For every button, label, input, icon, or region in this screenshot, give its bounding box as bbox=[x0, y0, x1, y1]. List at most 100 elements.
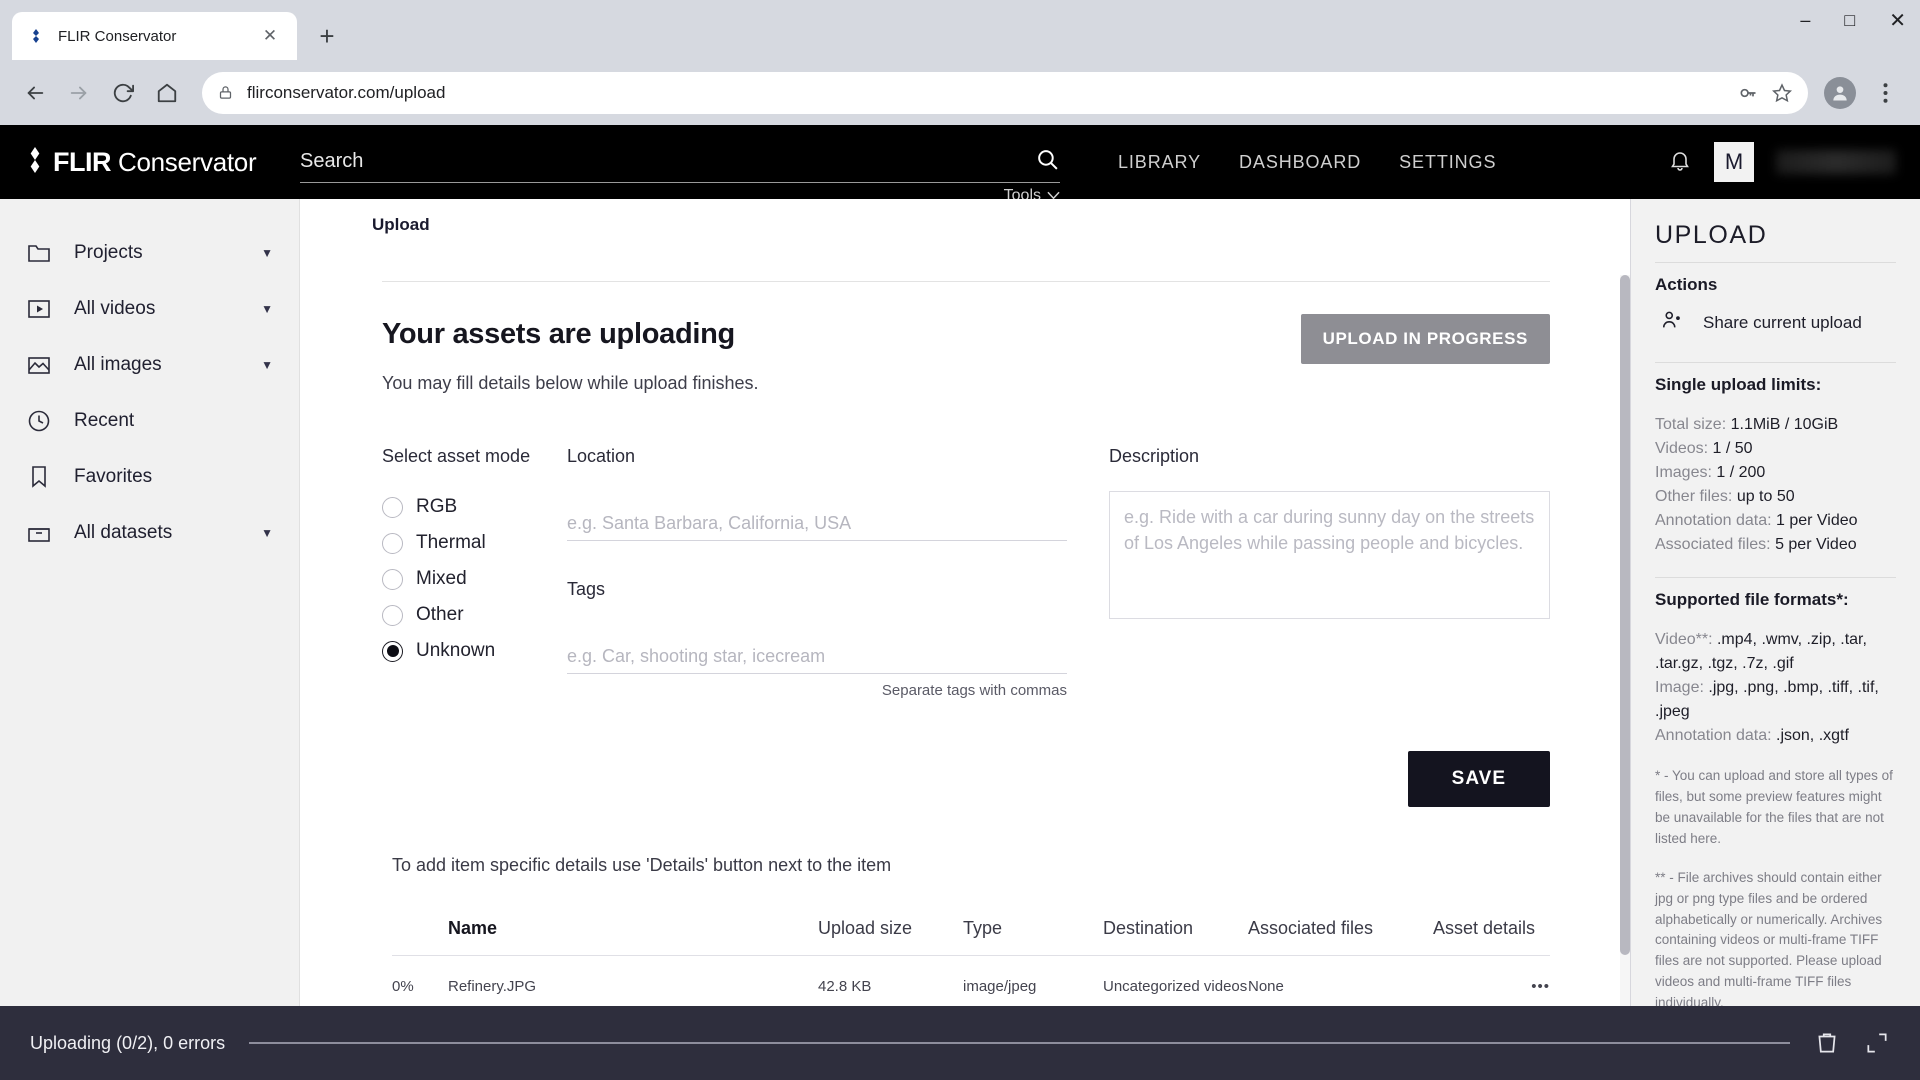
divider bbox=[1655, 577, 1896, 578]
browser-tab[interactable]: FLIR Conservator ✕ bbox=[12, 12, 297, 60]
window-maximize-button[interactable]: □ bbox=[1844, 10, 1855, 31]
upload-status-text: Uploading (0/2), 0 errors bbox=[30, 1032, 226, 1053]
format-video: Video**: .mp4, .wmv, .zip, .tar, .tar.gz… bbox=[1655, 628, 1896, 676]
radio-label: Unknown bbox=[416, 640, 496, 661]
save-row: SAVE bbox=[382, 751, 1630, 807]
share-action-label: Share current upload bbox=[1703, 312, 1862, 332]
flir-diamond-icon bbox=[26, 26, 46, 46]
table-row[interactable]: 0% Refinery.JPG 42.8 KB image/jpeg Uncat… bbox=[392, 956, 1550, 995]
search-placeholder: Search bbox=[300, 150, 364, 172]
tags-input[interactable]: e.g. Car, shooting star, icecream bbox=[567, 634, 1067, 674]
reload-icon[interactable] bbox=[104, 74, 142, 112]
radio-label: Mixed bbox=[416, 568, 467, 589]
cell-type: image/jpeg bbox=[963, 978, 1037, 995]
bookmark-icon bbox=[26, 464, 52, 490]
nav-settings[interactable]: SETTINGS bbox=[1399, 152, 1496, 173]
bookmark-star-icon[interactable] bbox=[1772, 82, 1792, 103]
main-navigation: LIBRARY DASHBOARD SETTINGS bbox=[1118, 152, 1496, 173]
kebab-menu-icon[interactable] bbox=[1866, 74, 1904, 112]
home-icon[interactable] bbox=[148, 74, 186, 112]
tags-placeholder: e.g. Car, shooting star, icecream bbox=[567, 646, 826, 666]
sidebar-item-recent[interactable]: Recent bbox=[0, 393, 299, 449]
radio-option-other[interactable]: Other bbox=[382, 597, 567, 633]
radio-option-thermal[interactable]: Thermal bbox=[382, 525, 567, 561]
divider bbox=[1655, 262, 1896, 263]
limit-value: 1 / 200 bbox=[1716, 464, 1766, 481]
profile-avatar[interactable] bbox=[1824, 76, 1856, 109]
limit-value: 5 per Video bbox=[1775, 536, 1857, 553]
new-tab-button[interactable]: + bbox=[307, 16, 347, 56]
table-body: 0% Refinery.JPG 42.8 KB image/jpeg Uncat… bbox=[392, 956, 1550, 995]
sidebar-item-favorites[interactable]: Favorites bbox=[0, 449, 299, 505]
limit-other-files: Other files: up to 50 bbox=[1655, 485, 1896, 509]
password-key-icon[interactable] bbox=[1738, 83, 1758, 103]
folder-icon bbox=[26, 240, 52, 266]
browser-toolbar: flirconservator.com/upload bbox=[0, 60, 1920, 125]
limit-images: Images: 1 / 200 bbox=[1655, 461, 1896, 485]
window-minimize-button[interactable]: – bbox=[1800, 10, 1810, 31]
sidebar-item-projects[interactable]: Projects ▼ bbox=[0, 225, 299, 281]
radio-indicator bbox=[382, 604, 403, 626]
avatar[interactable]: M bbox=[1714, 142, 1754, 182]
col-asset-details: Asset details bbox=[1433, 918, 1550, 956]
chevron-down-icon[interactable]: ▼ bbox=[261, 358, 273, 372]
window-controls: – □ ✕ bbox=[1800, 8, 1906, 33]
limit-value: up to 50 bbox=[1736, 488, 1795, 505]
page-subtitle: You may fill details below while upload … bbox=[382, 373, 759, 393]
chevron-down-icon[interactable]: ▼ bbox=[261, 246, 273, 260]
sidebar-label: All datasets bbox=[74, 522, 173, 543]
asset-mode-radio-group: RGB Thermal Mixed Other Unknown bbox=[382, 489, 567, 669]
brand-logo[interactable]: FLIR Conservator bbox=[0, 146, 300, 178]
close-icon[interactable]: ✕ bbox=[257, 23, 283, 49]
description-placeholder: e.g. Ride with a car during sunny day on… bbox=[1124, 507, 1535, 554]
dataset-box-icon bbox=[26, 520, 52, 546]
nav-dashboard[interactable]: DASHBOARD bbox=[1239, 152, 1361, 173]
cell-upload-size: 42.8 KB bbox=[818, 978, 872, 995]
limit-value: 1 / 50 bbox=[1712, 440, 1753, 457]
search-icon[interactable] bbox=[1035, 147, 1060, 177]
cell-name: Refinery.JPG bbox=[448, 978, 537, 995]
radio-option-unknown[interactable]: Unknown bbox=[382, 633, 567, 669]
cell-destination: Uncategorized videos bbox=[1103, 978, 1248, 995]
chevron-down-icon[interactable]: ▼ bbox=[261, 526, 273, 540]
search-input[interactable]: Search bbox=[300, 141, 1060, 183]
forward-arrow-icon[interactable] bbox=[60, 74, 98, 112]
panel-title: UPLOAD bbox=[1655, 221, 1768, 249]
sidebar-item-all-images[interactable]: All images ▼ bbox=[0, 337, 299, 393]
video-play-icon bbox=[26, 296, 52, 322]
main-inner: Your assets are uploading You may fill d… bbox=[300, 281, 1630, 995]
breadcrumb: Upload bbox=[372, 215, 430, 234]
expand-icon[interactable] bbox=[1864, 1030, 1890, 1056]
radio-option-rgb[interactable]: RGB bbox=[382, 489, 567, 525]
sidebar-item-all-videos[interactable]: All videos ▼ bbox=[0, 281, 299, 337]
actions-heading: Actions bbox=[1655, 275, 1718, 294]
upload-status-bar: Uploading (0/2), 0 errors bbox=[0, 1006, 1920, 1080]
lock-icon bbox=[218, 85, 233, 100]
window-close-button[interactable]: ✕ bbox=[1889, 8, 1906, 33]
chevron-down-icon[interactable]: ▼ bbox=[261, 302, 273, 316]
ellipsis-icon[interactable]: ••• bbox=[1433, 956, 1550, 995]
image-icon bbox=[26, 352, 52, 378]
scrollbar-thumb[interactable] bbox=[1620, 275, 1630, 955]
address-bar[interactable]: flirconservator.com/upload bbox=[202, 71, 1808, 114]
radio-option-mixed[interactable]: Mixed bbox=[382, 561, 567, 597]
location-placeholder: e.g. Santa Barbara, California, USA bbox=[567, 513, 852, 533]
upload-in-progress-button[interactable]: UPLOAD IN PROGRESS bbox=[1300, 314, 1550, 364]
share-current-upload-action[interactable]: Share current upload bbox=[1655, 295, 1896, 350]
description-input[interactable]: e.g. Ride with a car during sunny day on… bbox=[1109, 491, 1550, 619]
location-tags-column: Location e.g. Santa Barbara, California,… bbox=[567, 446, 1067, 699]
brand-flir-text: FLIR bbox=[53, 146, 112, 177]
back-arrow-icon[interactable] bbox=[16, 74, 54, 112]
location-input[interactable]: e.g. Santa Barbara, California, USA bbox=[567, 501, 1067, 541]
save-button[interactable]: SAVE bbox=[1407, 751, 1550, 807]
nav-library[interactable]: LIBRARY bbox=[1118, 152, 1201, 173]
sidebar-item-all-datasets[interactable]: All datasets ▼ bbox=[0, 505, 299, 561]
notification-bell-icon[interactable] bbox=[1668, 148, 1692, 177]
toolbar-right bbox=[1824, 74, 1904, 112]
format-annotation-data: Annotation data: .json, .xgtf bbox=[1655, 724, 1896, 748]
url-text: flirconservator.com/upload bbox=[247, 82, 446, 102]
metadata-form: Select asset mode RGB Thermal Mixed Othe… bbox=[382, 446, 1630, 699]
radio-indicator bbox=[382, 532, 403, 554]
trash-icon[interactable] bbox=[1814, 1030, 1840, 1056]
location-label: Location bbox=[567, 446, 636, 466]
